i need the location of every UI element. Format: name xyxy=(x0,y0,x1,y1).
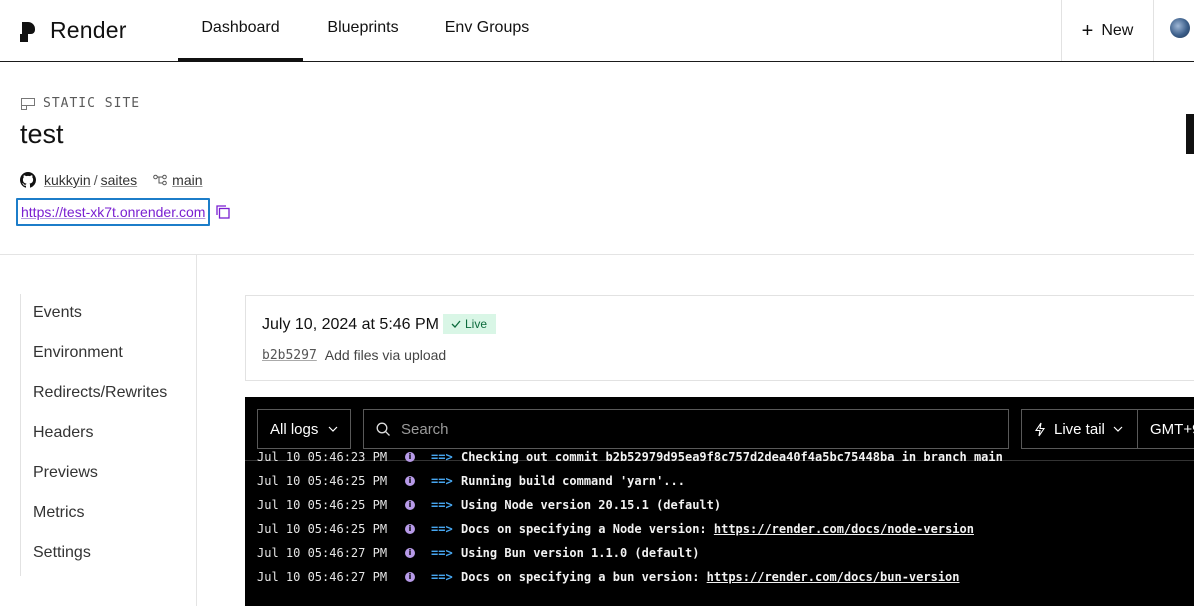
timezone-select[interactable]: GMT+9 xyxy=(1137,409,1194,449)
info-icon: i xyxy=(405,548,415,558)
logs-panel: All logs Live tail GMT+9 Jul 10 05:46:23… xyxy=(245,397,1194,606)
plus-icon: + xyxy=(1081,19,1094,42)
log-timestamp: Jul 10 05:46:25 PM xyxy=(257,522,388,536)
sidebar-item-metrics[interactable]: Metrics xyxy=(33,504,85,522)
deploy-date: July 10, 2024 at 5:46 PM xyxy=(262,316,439,333)
chevron-down-icon xyxy=(1113,426,1123,432)
top-navigation: Render Dashboard Blueprints Env Groups +… xyxy=(0,0,1194,62)
log-line: Jul 10 05:46:25 PM i ==> Using Node version… xyxy=(245,493,1194,517)
new-button[interactable]: + New xyxy=(1061,0,1153,61)
log-message-text: Checking out commit b2b52979d95ea9f8c757… xyxy=(461,450,1003,464)
log-arrow: ==> xyxy=(431,474,453,488)
header-divider xyxy=(0,254,1194,255)
status-badge-label: Live xyxy=(465,317,488,331)
sidebar-item-headers[interactable]: Headers xyxy=(33,424,93,442)
service-type: STATIC SITE xyxy=(21,96,140,111)
log-timestamp: Jul 10 05:46:25 PM xyxy=(257,474,388,488)
log-arrow: ==> xyxy=(431,522,453,536)
timezone-label: GMT+9 xyxy=(1150,420,1194,438)
page-title: test xyxy=(20,119,64,149)
log-message-text: Using Bun version 1.1.0 (default) xyxy=(461,546,700,560)
commit-row: b2b5297 Add files via upload xyxy=(262,347,446,363)
log-timestamp: Jul 10 05:46:23 PM xyxy=(257,450,388,464)
copy-icon[interactable] xyxy=(216,205,231,219)
tab-dashboard[interactable]: Dashboard xyxy=(178,0,303,62)
info-icon: i xyxy=(405,476,415,486)
log-line: Jul 10 05:46:23 PM i ==> Checking out commi… xyxy=(245,445,1194,469)
render-logo-icon xyxy=(20,20,40,42)
info-icon: i xyxy=(405,500,415,510)
log-filter-select[interactable]: All logs xyxy=(257,409,351,449)
commit-hash-link[interactable]: b2b5297 xyxy=(262,348,317,363)
info-icon: i xyxy=(405,452,415,462)
log-message: Using Bun version 1.1.0 (default) xyxy=(461,541,699,565)
chevron-down-icon xyxy=(328,426,338,432)
sidebar-divider xyxy=(196,255,197,606)
static-site-icon xyxy=(21,97,35,110)
log-filter-label: All logs xyxy=(270,420,319,438)
log-message: Checking out commit b2b52979d95ea9f8c757… xyxy=(461,445,1003,469)
repo-owner-link[interactable]: kukkyin xyxy=(44,172,91,188)
repo-name-link[interactable]: saites xyxy=(101,172,138,188)
log-arrow: ==> xyxy=(431,570,453,584)
log-doc-link[interactable]: https://render.com/docs/bun-version xyxy=(707,570,960,584)
log-arrow: ==> xyxy=(431,546,453,560)
search-input[interactable] xyxy=(401,420,981,438)
log-doc-link[interactable]: https://render.com/docs/node-version xyxy=(714,522,974,536)
commit-message: Add files via upload xyxy=(324,347,447,363)
branch-link[interactable]: main xyxy=(172,172,202,188)
log-line: Jul 10 05:46:27 PM i ==> Using Bun version … xyxy=(245,541,1194,565)
status-badge: Live xyxy=(443,314,497,334)
tab-blueprints[interactable]: Blueprints xyxy=(313,0,413,62)
check-icon xyxy=(451,320,461,328)
github-icon xyxy=(20,172,36,188)
log-message: Docs on specifying a bun version: https:… xyxy=(461,565,960,589)
log-message-text: Running build command 'yarn'... xyxy=(461,474,685,488)
service-url-link[interactable]: https://test-xk7t.onrender.com xyxy=(16,198,211,226)
branch-icon xyxy=(153,174,167,186)
new-button-label: New xyxy=(1101,21,1134,39)
sidebar-item-environment[interactable]: Environment xyxy=(33,344,123,362)
log-message-text: Docs on specifying a Node version: xyxy=(461,522,714,536)
sidebar-item-redirects-rewrites[interactable]: Redirects/Rewrites xyxy=(33,384,167,402)
log-arrow: ==> xyxy=(431,498,453,512)
log-line: Jul 10 05:46:27 PM i ==> Docs on specifying… xyxy=(245,565,1194,589)
bolt-icon xyxy=(1034,422,1046,436)
live-tail-label: Live tail xyxy=(1054,420,1105,438)
brand[interactable]: Render xyxy=(20,17,127,44)
log-lines: Jul 10 05:46:23 PM i ==> Checking out commi… xyxy=(245,450,1194,589)
log-message: Running build command 'yarn'... xyxy=(461,469,685,493)
sidebar-item-previews[interactable]: Previews xyxy=(33,464,98,482)
log-message-text: Docs on specifying a bun version: xyxy=(461,570,707,584)
sidebar: Events Environment Redirects/Rewrites He… xyxy=(20,294,196,576)
live-tail-button[interactable]: Live tail xyxy=(1021,409,1138,449)
avatar[interactable] xyxy=(1170,18,1190,38)
sidebar-item-settings[interactable]: Settings xyxy=(33,544,91,562)
log-line: Jul 10 05:46:25 PM i ==> Running build comm… xyxy=(245,469,1194,493)
log-timestamp: Jul 10 05:46:27 PM xyxy=(257,570,388,584)
service-url-row: https://test-xk7t.onrender.com xyxy=(16,198,231,226)
log-arrow: ==> xyxy=(431,450,453,464)
log-search[interactable] xyxy=(363,409,1009,449)
tab-env-groups[interactable]: Env Groups xyxy=(432,0,542,62)
repo-info: kukkyin / saites main xyxy=(20,172,203,188)
log-timestamp: Jul 10 05:46:27 PM xyxy=(257,546,388,560)
info-icon: i xyxy=(405,572,415,582)
deploy-card: July 10, 2024 at 5:46 PM Live b2b5297 Ad… xyxy=(245,295,1194,381)
log-message-text: Using Node version 20.15.1 (default) xyxy=(461,498,722,512)
log-message: Docs on specifying a Node version: https… xyxy=(461,517,974,541)
service-type-label: STATIC SITE xyxy=(43,96,141,111)
brand-name: Render xyxy=(50,17,127,43)
sidebar-item-events[interactable]: Events xyxy=(33,304,82,322)
search-icon xyxy=(376,422,390,436)
info-icon: i xyxy=(405,524,415,534)
log-line: Jul 10 05:46:25 PM i ==> Docs on specifying… xyxy=(245,517,1194,541)
panel-edge xyxy=(1186,114,1194,154)
account-menu[interactable] xyxy=(1153,0,1194,61)
log-message: Using Node version 20.15.1 (default) xyxy=(461,493,721,517)
log-timestamp: Jul 10 05:46:25 PM xyxy=(257,498,388,512)
